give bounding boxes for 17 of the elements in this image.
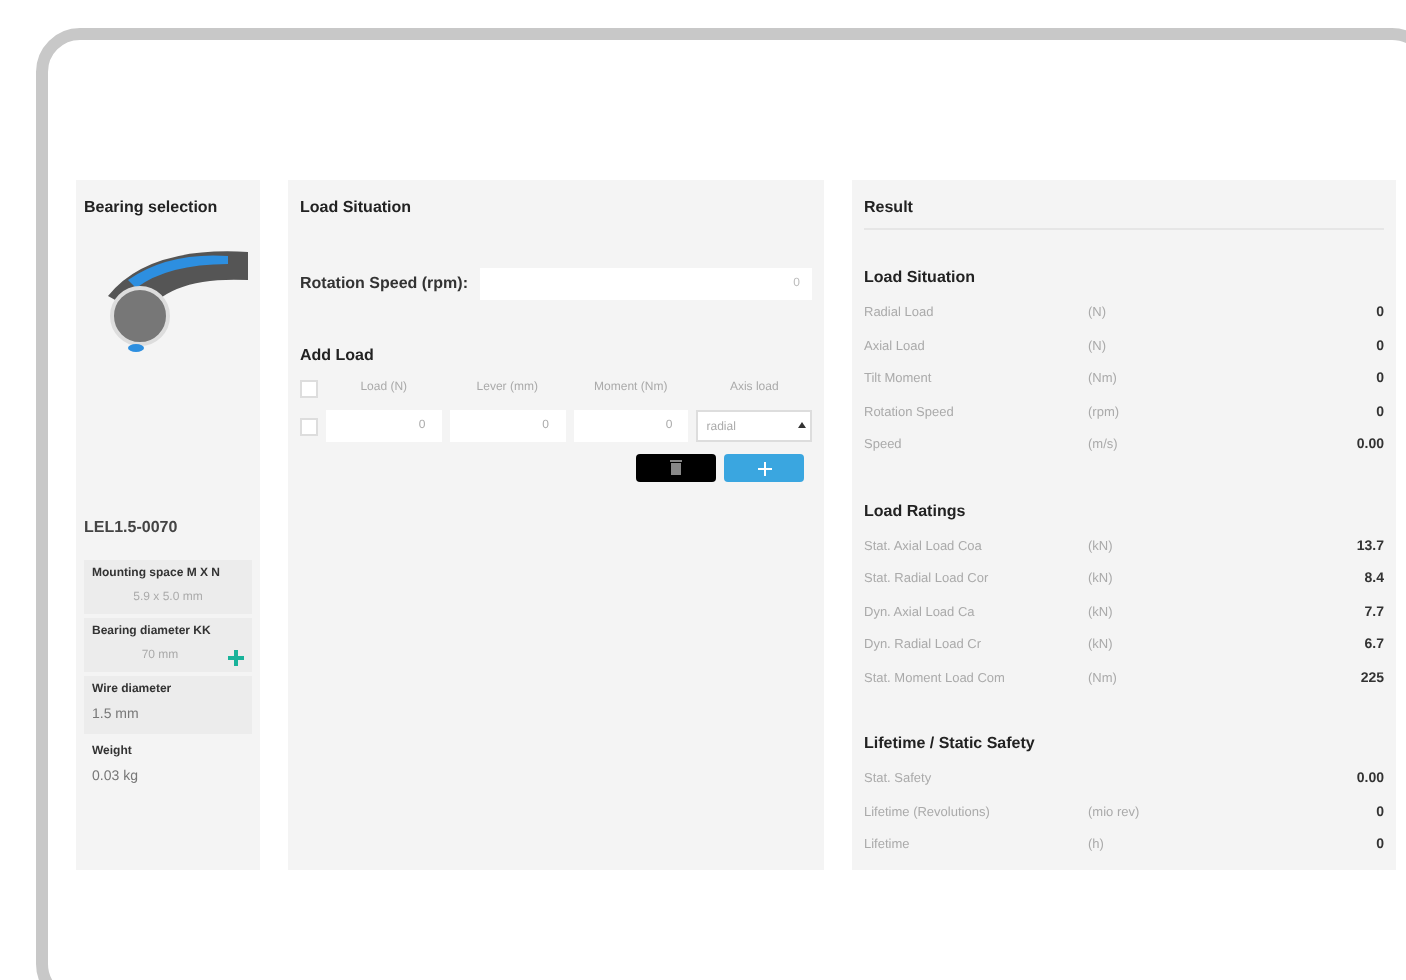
caret-icon bbox=[798, 422, 806, 430]
product-code: LEL1.5-0070 bbox=[84, 516, 180, 540]
section-title: Load Situation bbox=[864, 266, 978, 290]
section-title: Add Load bbox=[300, 344, 376, 368]
plus-icon bbox=[757, 461, 771, 475]
panel-title: Result bbox=[864, 196, 1384, 230]
panel-title: Load Situation bbox=[300, 196, 414, 220]
section-title: Load Ratings bbox=[864, 499, 968, 523]
plus-icon[interactable] bbox=[228, 649, 244, 665]
delete-button[interactable] bbox=[636, 454, 716, 482]
checkbox[interactable] bbox=[300, 417, 318, 435]
checkbox[interactable] bbox=[300, 380, 318, 398]
add-button[interactable] bbox=[724, 454, 804, 482]
speed-label: Rotation Speed (rpm): bbox=[300, 272, 468, 296]
trash-icon bbox=[670, 460, 682, 476]
panel-title: Bearing selection bbox=[84, 196, 220, 220]
section-title: Lifetime / Static Safety bbox=[864, 732, 1037, 756]
